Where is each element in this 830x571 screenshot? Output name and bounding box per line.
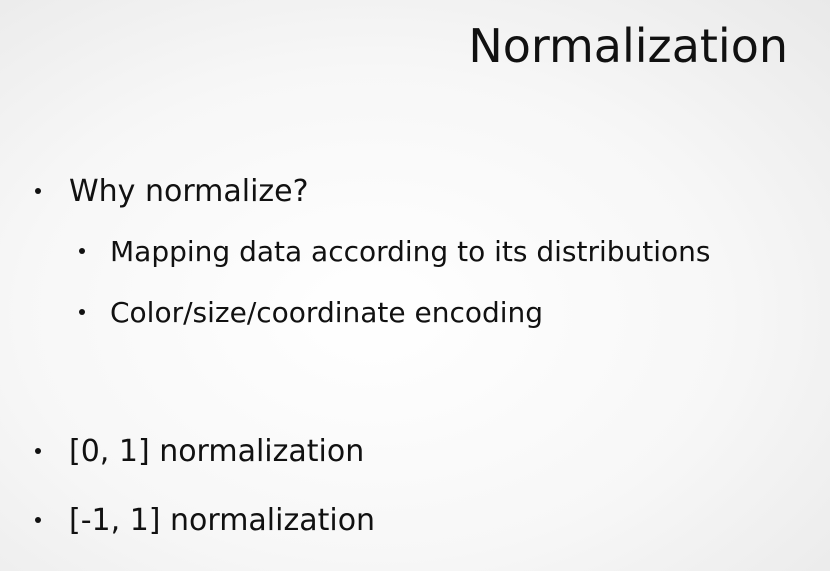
bullet-text: [0, 1] normalization [69, 433, 365, 469]
slide-title: Normalization [468, 19, 788, 73]
bullet-zero-one-normalization: [0, 1] normalization [35, 431, 364, 471]
bullet-text: Color/size/coordinate encoding [110, 295, 544, 329]
bullet-dot-icon [35, 517, 41, 523]
sub-bullet-encoding: Color/size/coordinate encoding [79, 292, 543, 332]
slide: Normalization Why normalize? Mapping dat… [0, 0, 830, 571]
bullet-dot-icon [79, 309, 85, 315]
sub-bullet-mapping-data: Mapping data according to its distributi… [79, 231, 711, 271]
bullet-why-normalize: Why normalize? [35, 171, 309, 211]
bullet-text: Why normalize? [69, 173, 309, 209]
bullet-dot-icon [79, 248, 85, 254]
bullet-dot-icon [35, 448, 41, 454]
bullet-minus-one-one-normalization: [-1, 1] normalization [35, 500, 375, 540]
bullet-text: [-1, 1] normalization [69, 502, 376, 538]
bullet-dot-icon [35, 188, 41, 194]
bullet-text: Mapping data according to its distributi… [110, 234, 711, 268]
